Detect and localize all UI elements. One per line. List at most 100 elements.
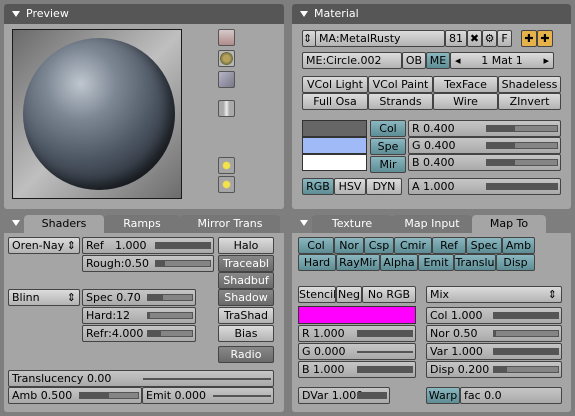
r-slider[interactable]: R 0.400	[408, 120, 561, 137]
mapto-spec-button[interactable]: Spec	[466, 237, 502, 254]
zinvert-button[interactable]: ZInvert	[498, 93, 561, 110]
shadow-button[interactable]: Shadow	[218, 289, 274, 306]
bias-button[interactable]: Bias	[218, 325, 274, 342]
material-browse-button[interactable]: ⇕	[302, 30, 316, 47]
mapto-ref-button[interactable]: Ref	[432, 237, 466, 254]
material-fake-user-button[interactable]: F	[497, 30, 512, 47]
mapto-emit-button[interactable]: Emit	[418, 254, 454, 271]
texture-color-swatch[interactable]	[298, 306, 416, 324]
ref-slider[interactable]: Ref 1.000	[82, 237, 214, 254]
mapto-translu-button[interactable]: Translu	[454, 254, 496, 271]
mapto-alpha-button[interactable]: Alpha	[380, 254, 418, 271]
material-header[interactable]: Material	[292, 4, 571, 24]
mapto-raymir-button[interactable]: RayMir	[336, 254, 380, 271]
material-unlink-button[interactable]: ✖	[467, 30, 482, 47]
texface-button[interactable]: TexFace	[433, 76, 498, 93]
fake-user-icon[interactable]: ⚙	[482, 30, 497, 47]
warp-fac-slider[interactable]: fac 0.0	[460, 387, 562, 404]
tex-r-slider[interactable]: R 1.000	[298, 325, 416, 342]
col-factor-slider[interactable]: Col 1.000	[426, 307, 562, 324]
spe-tab[interactable]: Spe	[370, 138, 406, 155]
tab-map-input[interactable]: Map Input	[392, 215, 472, 233]
node-up-icon[interactable]: ✚	[521, 30, 537, 47]
mir-tab[interactable]: Mir	[370, 156, 406, 173]
rough-slider[interactable]: Rough:0.50	[82, 255, 214, 272]
emit-slider[interactable]: Emit 0.000	[142, 387, 274, 404]
slider-fill	[487, 160, 515, 165]
material-index-stepper[interactable]: ◂ 1 Mat 1 ▸	[450, 52, 554, 69]
collapse-triangle-icon[interactable]	[12, 11, 20, 17]
specular-shader-select[interactable]: Blinn ⇕	[8, 289, 80, 306]
shadeless-button[interactable]: Shadeless	[498, 76, 561, 93]
col-tab[interactable]: Col	[370, 120, 406, 137]
diffuse-shader-select[interactable]: Oren-Nay ⇕	[8, 237, 80, 254]
tab-map-to[interactable]: Map To	[472, 215, 546, 233]
rgb-mode-button[interactable]: RGB	[302, 178, 334, 195]
tab-ramps[interactable]: Ramps	[104, 215, 180, 233]
mirror-color-swatch[interactable]	[302, 154, 367, 171]
tab-shaders[interactable]: Shaders	[24, 215, 104, 233]
collapse-triangle-icon[interactable]	[12, 220, 20, 226]
node-down-icon[interactable]: ✚	[537, 30, 553, 47]
refr-slider[interactable]: Refr:4.000	[82, 325, 196, 342]
tab-mirror-trans[interactable]: Mirror Trans	[180, 215, 280, 233]
material-name-field[interactable]: MA:MetalRusty	[315, 30, 445, 47]
tab-texture[interactable]: Texture	[312, 215, 392, 233]
tex-g-slider[interactable]: G 0.000	[298, 343, 416, 360]
stencil-button[interactable]: Stencil	[298, 286, 336, 303]
spec-slider[interactable]: Spec 0.70	[82, 289, 196, 306]
diffuse-color-swatch[interactable]	[302, 120, 367, 137]
halo-button[interactable]: Halo	[218, 237, 274, 254]
mapto-hard-button[interactable]: Hard	[298, 254, 336, 271]
preview-cube-icon[interactable]	[218, 71, 235, 88]
preview-header[interactable]: Preview	[4, 4, 284, 24]
no-rgb-button[interactable]: No RGB	[362, 286, 416, 303]
translucency-slider[interactable]: Translucency 0.00	[8, 370, 274, 387]
strands-button[interactable]: Strands	[368, 93, 433, 110]
amb-slider[interactable]: Amb 0.500	[8, 387, 142, 404]
collapse-triangle-icon[interactable]	[300, 11, 308, 17]
full-osa-button[interactable]: Full Osa	[302, 93, 368, 110]
stepper-left-arrow[interactable]: ◂	[455, 53, 461, 68]
specular-color-swatch[interactable]	[302, 137, 367, 154]
dyn-mode-button[interactable]: DYN	[366, 178, 402, 195]
wire-button[interactable]: Wire	[433, 93, 498, 110]
mapto-amb-button[interactable]: Amb	[502, 237, 535, 254]
preview-sphere-icon[interactable]	[218, 50, 235, 67]
preview-light-icon[interactable]	[218, 157, 235, 174]
var-factor-slider[interactable]: Var 1.000	[426, 343, 562, 360]
tex-b-slider[interactable]: B 1.000	[298, 361, 416, 378]
nor-factor-slider[interactable]: Nor 0.50	[426, 325, 562, 342]
mapto-disp-button[interactable]: Disp	[496, 254, 535, 271]
radio-button[interactable]: Radio	[218, 346, 274, 363]
preview-plane-icon[interactable]	[218, 29, 235, 46]
warp-button[interactable]: Warp	[426, 387, 460, 404]
neg-button[interactable]: Neg	[336, 286, 362, 303]
dvar-slider[interactable]: DVar 1.000	[298, 387, 390, 404]
material-users-count[interactable]: 81	[445, 30, 467, 47]
g-slider[interactable]: G 0.400	[408, 137, 561, 154]
mapto-cmir-button[interactable]: Cmir	[394, 237, 432, 254]
link-me-button[interactable]: ME	[426, 52, 450, 69]
shadbuf-button[interactable]: Shadbuf	[218, 272, 274, 289]
b-slider[interactable]: B 0.400	[408, 154, 561, 171]
blend-mode-select[interactable]: Mix ⇕	[426, 286, 562, 303]
link-ob-button[interactable]: OB	[402, 52, 426, 69]
trashad-button[interactable]: TraShad	[218, 307, 274, 324]
collapse-triangle-icon[interactable]	[300, 220, 308, 226]
mapto-col-button[interactable]: Col	[298, 237, 334, 254]
preview-sky-icon[interactable]	[218, 176, 235, 193]
stepper-right-arrow[interactable]: ▸	[543, 53, 549, 68]
preview-monkey-icon[interactable]	[218, 100, 235, 117]
rough-label: Rough:0.50	[86, 257, 150, 270]
mesh-name-field[interactable]: ME:Circle.002	[302, 52, 402, 69]
mapto-csp-button[interactable]: Csp	[364, 237, 394, 254]
hsv-mode-button[interactable]: HSV	[334, 178, 366, 195]
traceable-button[interactable]: Traceabl	[218, 255, 274, 272]
disp-factor-slider[interactable]: Disp 0.200	[426, 361, 562, 378]
alpha-slider[interactable]: A 1.000	[408, 178, 561, 195]
vcol-paint-button[interactable]: VCol Paint	[368, 76, 433, 93]
vcol-light-button[interactable]: VCol Light	[302, 76, 368, 93]
hard-slider[interactable]: Hard:12	[82, 307, 196, 324]
mapto-nor-button[interactable]: Nor	[334, 237, 364, 254]
